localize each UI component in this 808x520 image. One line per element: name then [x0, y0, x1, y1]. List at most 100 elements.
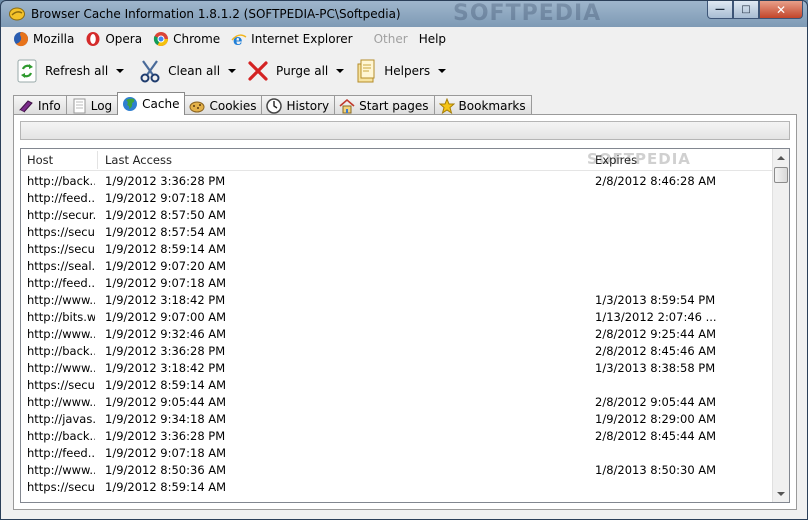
menu-chrome-label: Chrome — [173, 32, 221, 46]
last-access-cell: 1/9/2012 9:32:46 AM — [105, 327, 227, 341]
last-access-cell: 1/9/2012 8:50:36 AM — [105, 463, 227, 477]
host-cell: http://feed... — [27, 276, 95, 290]
tab-start-pages-label: Start pages — [359, 98, 429, 113]
clean-dropdown-arrow-icon[interactable] — [228, 69, 237, 73]
host-cell: https://seal... — [27, 259, 95, 273]
helpers-dropdown-arrow-icon[interactable] — [438, 69, 447, 73]
column-divider[interactable] — [97, 151, 98, 169]
table-row[interactable]: http://www.... 1/9/2012 8:50:36 AM 1/8/201… — [21, 462, 773, 479]
host-cell: http://www.... — [27, 395, 95, 409]
cookie-icon — [189, 101, 205, 112]
host-cell: http://feed... — [27, 191, 95, 205]
menu-opera[interactable]: Opera — [82, 28, 145, 50]
menu-chrome[interactable]: Chrome — [150, 28, 223, 50]
home-icon — [339, 98, 355, 113]
table-row[interactable]: http://bits.w... 1/9/2012 9:07:00 AM 1/13/… — [21, 309, 773, 326]
last-access-cell: 1/9/2012 3:36:28 PM — [105, 174, 226, 188]
column-last-access[interactable]: Last Access — [99, 149, 172, 171]
menu-ie-label: Internet Explorer — [251, 32, 353, 46]
menu-opera-label: Opera — [105, 32, 143, 46]
table-row[interactable]: https://secu... 1/9/2012 8:59:14 AM — [21, 377, 773, 394]
tab-log[interactable]: Log — [65, 95, 119, 115]
app-logo-icon — [9, 7, 25, 21]
column-expires[interactable]: Expires — [589, 149, 637, 171]
expires-cell: 2/8/2012 9:05:44 AM — [595, 395, 717, 409]
menu-internet-explorer[interactable]: e Internet Explorer — [228, 28, 355, 50]
last-access-cell: 1/9/2012 9:07:18 AM — [105, 446, 227, 460]
close-button[interactable]: ✕ — [759, 1, 803, 19]
host-cell: http://www.... — [27, 293, 95, 307]
cache-list[interactable]: Host Last Access SOFTPEDIA Expires http:… — [20, 148, 790, 503]
last-access-cell: 1/9/2012 9:05:44 AM — [105, 395, 227, 409]
maximize-button[interactable]: □ — [733, 1, 759, 19]
host-cell: http://back... — [27, 344, 95, 358]
table-row[interactable]: http://back... 1/9/2012 3:36:28 PM 2/8/201… — [21, 343, 773, 360]
table-row[interactable]: https://seal... 1/9/2012 9:07:20 AM — [21, 258, 773, 275]
refresh-all-button[interactable]: Refresh all — [15, 55, 125, 87]
log-document-icon — [73, 98, 86, 113]
table-row[interactable]: http://back... 1/9/2012 3:36:28 PM 2/8/201… — [21, 173, 773, 190]
menu-bar: Mozilla Opera Chrome e Internet Explorer… — [1, 27, 807, 51]
expires-cell: 2/8/2012 8:45:44 AM — [595, 429, 717, 443]
tab-log-label: Log — [90, 98, 113, 113]
last-access-cell: 1/9/2012 9:07:00 AM — [105, 310, 227, 324]
expires-cell: 2/8/2012 8:45:46 AM — [595, 344, 717, 358]
table-row[interactable]: http://feed... 1/9/2012 9:07:18 AM — [21, 445, 773, 462]
table-row[interactable]: http://back... 1/9/2012 3:36:28 PM 2/8/201… — [21, 428, 773, 445]
scroll-thumb[interactable] — [774, 167, 788, 183]
tab-strip: Info Log Cache Cookies History Start pag… — [13, 92, 532, 115]
tab-bookmarks-label: Bookmarks — [458, 98, 526, 113]
table-row[interactable]: http://secur... 1/9/2012 8:57:50 AM — [21, 207, 773, 224]
menu-mozilla[interactable]: Mozilla — [10, 28, 77, 50]
clean-all-button[interactable]: Clean all — [138, 55, 237, 87]
host-cell: http://feed... — [27, 446, 95, 460]
tab-cache[interactable]: Cache — [117, 92, 186, 115]
purge-all-label: Purge all — [276, 64, 329, 78]
vertical-scrollbar[interactable] — [772, 149, 789, 502]
tab-cookies-label: Cookies — [209, 98, 257, 113]
table-row[interactable]: http://www.... 1/9/2012 9:32:46 AM 2/8/201… — [21, 326, 773, 343]
table-row[interactable]: http://feed... 1/9/2012 9:07:18 AM — [21, 190, 773, 207]
table-row[interactable]: https://secu... 1/9/2012 8:59:14 AM — [21, 241, 773, 258]
last-access-cell: 1/9/2012 9:34:18 AM — [105, 412, 227, 426]
title-bar[interactable]: Browser Cache Information 1.8.1.2 (SOFTP… — [1, 1, 807, 27]
table-row[interactable]: http://javas... 1/9/2012 9:34:18 AM 1/9/20… — [21, 411, 773, 428]
helpers-button[interactable]: Helpers — [354, 55, 447, 87]
ie-icon: e — [231, 31, 247, 47]
table-row[interactable]: http://www.... 1/9/2012 3:18:42 PM 1/3/201… — [21, 360, 773, 377]
last-access-cell: 1/9/2012 8:59:14 AM — [105, 480, 227, 494]
table-row[interactable]: http://www.... 1/9/2012 9:05:44 AM 2/8/201… — [21, 394, 773, 411]
tab-start-pages[interactable]: Start pages — [334, 95, 435, 115]
clock-icon — [266, 97, 283, 114]
globe-icon — [123, 97, 138, 111]
cache-panel: Host Last Access SOFTPEDIA Expires http:… — [13, 114, 797, 510]
star-icon — [438, 97, 455, 114]
red-x-icon — [246, 59, 270, 83]
table-row[interactable]: http://feed... 1/9/2012 9:07:18 AM — [21, 275, 773, 292]
window-title: Browser Cache Information 1.8.1.2 (SOFTP… — [31, 7, 401, 21]
purge-dropdown-arrow-icon[interactable] — [336, 69, 345, 73]
menu-other-label: Other — [373, 32, 408, 46]
table-row[interactable]: https://secu... 1/9/2012 8:59:14 AM — [21, 479, 773, 496]
scroll-down-button[interactable] — [773, 485, 789, 502]
table-row[interactable]: http://www.... 1/9/2012 3:18:42 PM 1/3/201… — [21, 292, 773, 309]
tab-info[interactable]: Info — [13, 95, 67, 115]
last-access-cell: 1/9/2012 3:18:42 PM — [105, 361, 226, 375]
scroll-up-button[interactable] — [773, 149, 789, 166]
opera-icon — [86, 32, 100, 46]
last-access-cell: 1/9/2012 8:57:50 AM — [105, 208, 227, 222]
menu-other[interactable]: Other — [371, 28, 411, 50]
expires-cell: 1/8/2013 8:50:30 AM — [595, 463, 717, 477]
tab-cookies[interactable]: Cookies — [184, 95, 263, 115]
chrome-icon — [153, 32, 169, 46]
minimize-icon: — — [715, 3, 725, 15]
menu-help[interactable]: Help — [416, 28, 449, 50]
purge-all-button[interactable]: Purge all — [246, 55, 345, 87]
tab-bookmarks[interactable]: Bookmarks — [433, 95, 532, 115]
minimize-button[interactable]: — — [707, 1, 733, 19]
scroll-up-icon — [777, 155, 785, 160]
tab-history[interactable]: History — [261, 95, 336, 115]
refresh-dropdown-arrow-icon[interactable] — [116, 69, 125, 73]
column-host[interactable]: Host — [21, 149, 53, 171]
table-row[interactable]: https://secu... 1/9/2012 8:57:54 AM — [21, 224, 773, 241]
